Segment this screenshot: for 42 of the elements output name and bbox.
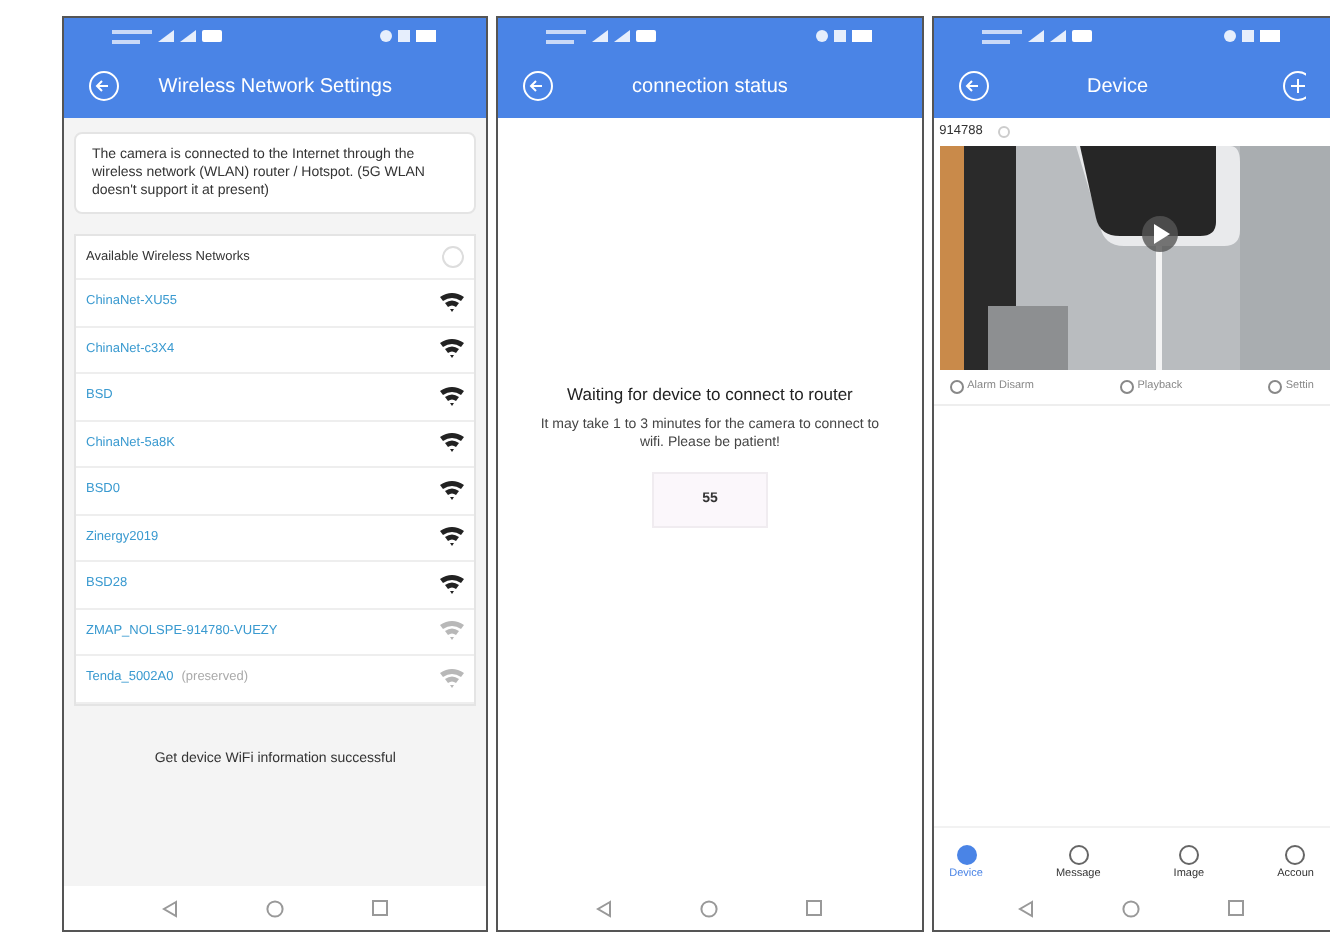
wifi-icon (440, 385, 465, 408)
battery-icon (1221, 28, 1282, 44)
recents-nav-icon[interactable] (806, 900, 823, 916)
home-nav-icon[interactable] (266, 899, 285, 917)
waiting-heading: Waiting for device to connect to router (567, 382, 853, 408)
battery-icon (813, 28, 874, 44)
wifi-icon (440, 291, 465, 314)
recents-nav-icon[interactable] (1228, 900, 1245, 916)
tab-icon (1284, 843, 1307, 866)
back-icon[interactable] (957, 70, 990, 102)
wifi-icon (440, 573, 465, 596)
wifi-icon (440, 667, 465, 690)
wifi-icon (440, 432, 465, 455)
home-nav-icon[interactable] (1122, 899, 1141, 917)
notification-icon (1071, 30, 1092, 42)
back-nav-icon[interactable] (1018, 899, 1035, 917)
back-nav-icon[interactable] (162, 899, 179, 917)
carrier-icon (112, 29, 152, 43)
screen-title: Wireless Network Settings (156, 73, 394, 101)
carrier-icon (981, 29, 1022, 43)
tab-icon (1067, 843, 1090, 866)
battery-icon (378, 28, 439, 44)
wifi-icon (440, 620, 465, 643)
tab-icon (1177, 843, 1200, 866)
wifi-icon (440, 338, 465, 361)
action-icon (1267, 380, 1282, 394)
wifi-icon (440, 526, 465, 549)
wifi-icon (440, 479, 465, 502)
add-icon[interactable] (1277, 70, 1306, 102)
notification-icon (636, 30, 657, 42)
notification-icon (202, 30, 222, 42)
back-icon[interactable] (522, 70, 555, 102)
action-icon (949, 380, 964, 394)
recents-nav-icon[interactable] (372, 900, 389, 916)
back-nav-icon[interactable] (596, 899, 613, 917)
back-icon[interactable] (88, 70, 120, 102)
tab-icon (955, 843, 978, 866)
screen-title: Device (1085, 73, 1151, 101)
carrier-icon (546, 29, 587, 43)
screen-title: connection status (630, 73, 790, 101)
action-icon (1119, 380, 1134, 394)
home-nav-icon[interactable] (700, 899, 719, 917)
